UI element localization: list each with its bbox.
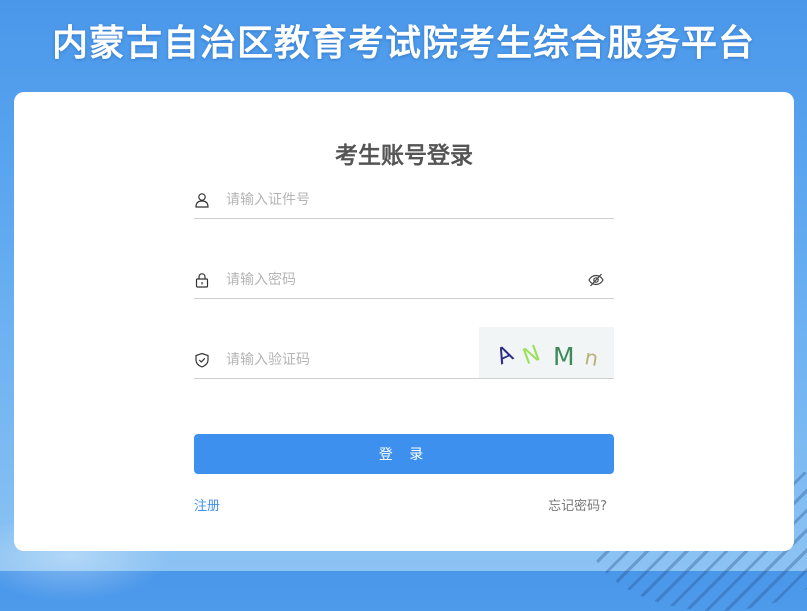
login-title: 考生账号登录 [335, 143, 473, 169]
captcha-image[interactable]: A N M n [479, 327, 614, 378]
eye-hidden-icon[interactable] [588, 272, 604, 288]
forgot-password-link[interactable]: 忘记密码? [548, 495, 607, 514]
id-number-field [194, 182, 614, 219]
page-title: 内蒙古自治区教育考试院考生综合服务平台 [51, 23, 755, 64]
password-field [194, 262, 614, 299]
password-input[interactable] [224, 268, 568, 292]
login-card: 考生账号登录 请输入证件号 请输入验证码 A N M n 登 录 注册 忘记密码… [14, 92, 794, 551]
lock-icon [194, 272, 210, 288]
login-button[interactable]: 登 录 [194, 434, 614, 474]
user-icon [194, 192, 210, 208]
captcha-char: n [583, 345, 600, 371]
captcha-char: M [553, 342, 575, 371]
register-link[interactable]: 注册 [194, 495, 220, 514]
shield-check-icon [194, 352, 210, 368]
id-number-input[interactable] [224, 188, 568, 212]
captcha-char: N [520, 341, 544, 370]
captcha-char: A [493, 341, 517, 370]
